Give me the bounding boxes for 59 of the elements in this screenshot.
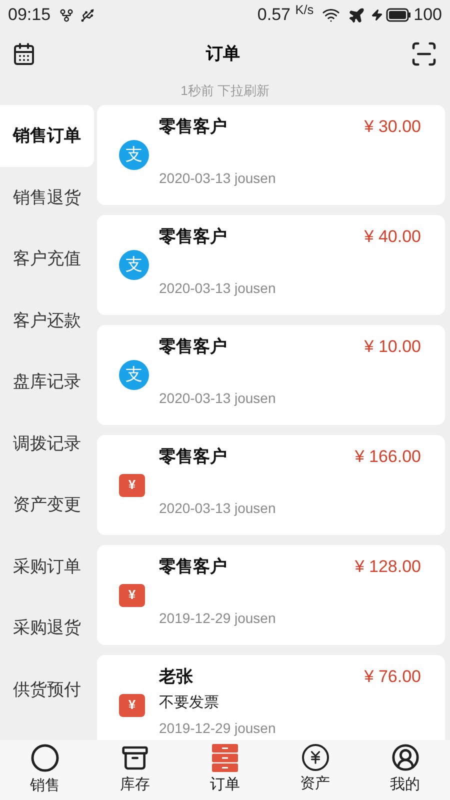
order-amount: ¥ 10.00 — [364, 336, 421, 358]
order-amount: ¥ 128.00 — [354, 556, 421, 578]
order-note: 不要发票 — [159, 693, 219, 714]
customer-name: 老张 — [159, 666, 193, 688]
box-icon — [121, 744, 149, 772]
page-title: 订单 — [206, 43, 240, 66]
order-amount: ¥ 40.00 — [364, 226, 421, 248]
airplane-icon — [348, 6, 365, 24]
battery-icon — [386, 8, 411, 22]
cash-icon: ¥ — [119, 694, 145, 716]
order-date-user: 2019-12-29 jousen — [159, 608, 277, 628]
sidebar-item[interactable]: 盘库记录 — [0, 351, 94, 412]
sidebar-item[interactable]: 采购订单 — [0, 536, 94, 597]
order-card[interactable]: 支 零售客户 ¥ 30.00 2020-03-13 jousen — [97, 105, 445, 205]
order-card[interactable]: 支 零售客户 ¥ 40.00 2020-03-13 jousen — [97, 215, 445, 315]
customer-name: 零售客户 — [159, 226, 227, 248]
alipay-icon: 支 — [119, 360, 149, 390]
alipay-icon: 支 — [119, 250, 149, 280]
order-date-user: 2019-12-29 jousen — [159, 718, 277, 738]
sidebar-item[interactable]: 调拨记录 — [0, 412, 94, 474]
fork-icon — [58, 8, 74, 22]
order-amount: ¥ 76.00 — [364, 666, 421, 688]
sidebar-item[interactable]: 客户充值 — [0, 228, 94, 290]
order-date-user: 2020-03-13 jousen — [159, 278, 277, 298]
calendar-button[interactable] — [12, 42, 36, 66]
circle-icon — [30, 742, 60, 773]
order-card[interactable]: 支 零售客户 ¥ 10.00 2020-03-13 jousen — [97, 325, 445, 425]
customer-name: 零售客户 — [159, 336, 227, 358]
scan-button[interactable] — [410, 40, 438, 68]
sidebar-item[interactable]: 资产变更 — [0, 474, 94, 536]
alipay-icon: 支 — [119, 140, 149, 170]
customer-name: 零售客户 — [159, 116, 227, 138]
status-time: 09:15 — [8, 4, 51, 26]
usb-icon — [80, 8, 95, 22]
sidebar-item[interactable]: 客户还款 — [0, 290, 94, 351]
order-date-user: 2020-03-13 jousen — [159, 498, 277, 518]
sidebar-item[interactable]: 销售订单 — [0, 105, 94, 166]
yen-coin-icon — [302, 744, 328, 772]
customer-name: 零售客户 — [159, 556, 227, 578]
user-icon — [390, 743, 420, 772]
customer-name: 零售客户 — [159, 446, 227, 468]
order-card[interactable]: ¥ 零售客户 ¥ 166.00 2020-03-13 jousen — [97, 435, 445, 535]
wifi-icon — [322, 6, 340, 24]
nav-tab[interactable]: 销售 — [0, 740, 90, 800]
cash-icon: ¥ — [119, 474, 145, 496]
refresh-hint: 1秒前 下拉刷新 — [180, 82, 270, 100]
drawer-icon — [212, 744, 238, 772]
order-card[interactable]: ¥ 零售客户 ¥ 128.00 2019-12-29 jousen — [97, 545, 445, 645]
sidebar-item[interactable]: 供货预付 — [0, 658, 94, 720]
cash-icon: ¥ — [119, 584, 145, 606]
charging-icon — [370, 9, 383, 21]
sidebar-item[interactable]: 销售退货 — [0, 166, 94, 228]
battery-level: 100 — [414, 4, 442, 26]
order-date-user: 2020-03-13 jousen — [159, 168, 277, 188]
network-speed: 0.57 $^{K/s}$ — [257, 2, 314, 26]
order-amount: ¥ 166.00 — [354, 446, 421, 468]
order-amount: ¥ 30.00 — [364, 116, 421, 138]
sidebar-item[interactable]: 采购退货 — [0, 597, 94, 658]
order-date-user: 2020-03-13 jousen — [159, 388, 277, 408]
